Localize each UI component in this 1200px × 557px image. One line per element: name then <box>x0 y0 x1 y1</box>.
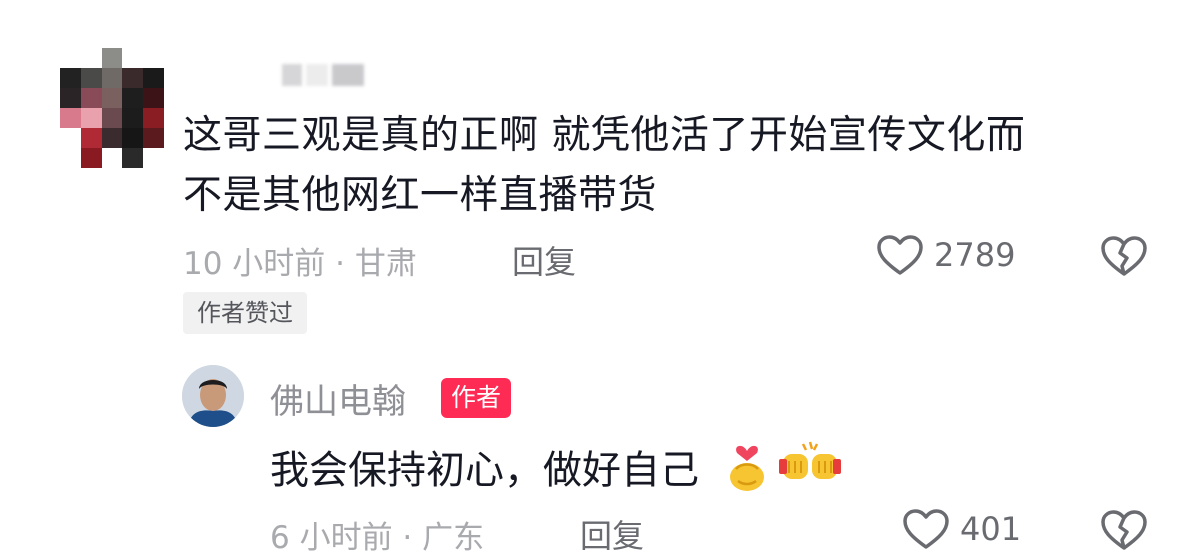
reply-like-count: 401 <box>960 510 1022 548</box>
author-liked-tag: 作者赞过 <box>183 292 307 334</box>
comment-text-line-2: 不是其他网红一样直播带货 <box>183 173 658 218</box>
fist-bump-emoji <box>779 437 842 509</box>
commenter-username-blurred[interactable] <box>282 64 392 86</box>
like-button[interactable]: 2789 <box>876 234 1015 276</box>
reply-button[interactable]: 回复 <box>512 237 576 283</box>
author-badge: 作者 <box>441 378 512 418</box>
author-username[interactable]: 佛山电翰 <box>270 374 406 423</box>
heart-outline-icon <box>876 234 924 276</box>
finger-heart-emoji <box>723 437 771 509</box>
broken-heart-icon[interactable] <box>1100 235 1148 281</box>
like-count: 2789 <box>934 236 1016 274</box>
broken-heart-icon[interactable] <box>1100 509 1148 555</box>
comment-meta: 10 小时前 · 甘肃 <box>183 246 417 282</box>
reply-text-row: 我会保持初心，做好自己 <box>270 437 842 509</box>
comment-text-line-1: 这哥三观是真的正啊 就凭他活了开始宣传文化而 <box>183 113 1026 158</box>
comment-text: 这哥三观是真的正啊 就凭他活了开始宣传文化而 不是其他网红一样直播带货 <box>183 106 1173 226</box>
reply-text: 我会保持初心，做好自己 <box>270 448 700 494</box>
reply-like-button[interactable]: 401 <box>902 508 1021 550</box>
author-avatar[interactable] <box>182 365 244 427</box>
heart-outline-icon <box>902 508 950 550</box>
reply-meta: 6 小时前 · 广东 <box>270 520 485 556</box>
commenter-avatar-pixelated[interactable] <box>60 48 164 168</box>
reply-reply-button[interactable]: 回复 <box>580 511 644 557</box>
